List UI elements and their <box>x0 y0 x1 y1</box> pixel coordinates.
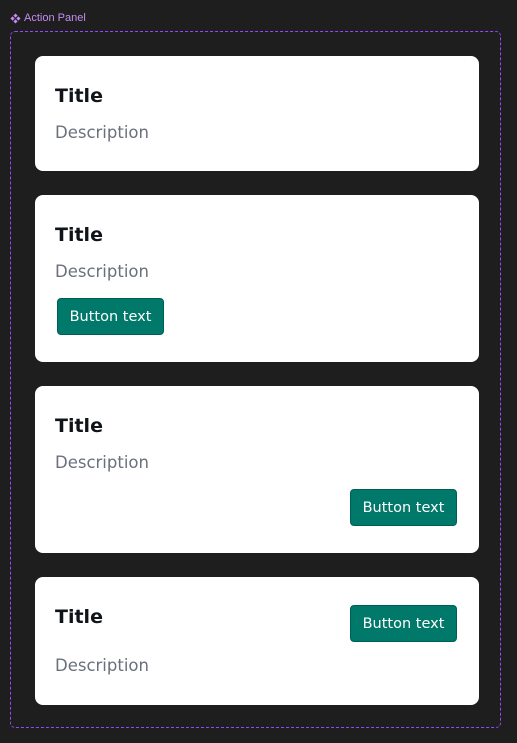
card-title: Title <box>55 415 103 437</box>
card-description: Description <box>55 453 149 472</box>
action-button[interactable]: Button text <box>350 489 457 526</box>
action-panel-card: Title Description Button text <box>35 577 479 705</box>
card-description: Description <box>55 262 149 281</box>
component-name: Action Panel <box>24 12 86 24</box>
action-panel-card: Title Description <box>35 56 479 171</box>
card-title: Title <box>55 224 103 246</box>
action-button[interactable]: Button text <box>350 605 457 642</box>
card-title: Title <box>55 85 103 107</box>
card-title: Title <box>55 606 103 628</box>
component-label[interactable]: Action Panel <box>10 11 86 25</box>
card-description: Description <box>55 656 149 675</box>
action-button[interactable]: Button text <box>57 298 164 335</box>
component-diamond-icon <box>10 12 21 24</box>
action-panel-card: Title Description Button text <box>35 195 479 362</box>
card-description: Description <box>55 123 149 142</box>
action-panel-card: Title Description Button text <box>35 386 479 553</box>
